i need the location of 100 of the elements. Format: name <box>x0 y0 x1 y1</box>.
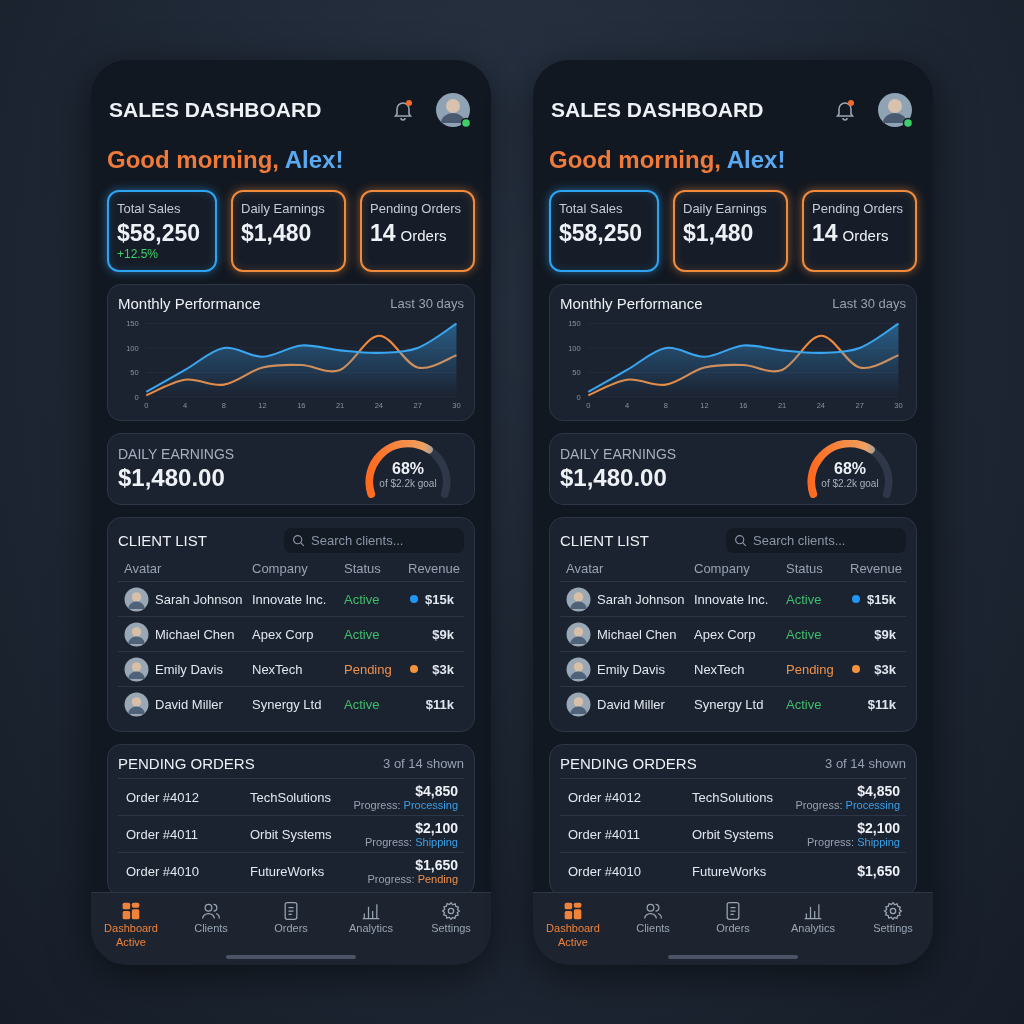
gauge-caption: of $2.2k goal <box>379 478 437 489</box>
status-text: Active <box>786 626 823 642</box>
stat-label: Daily Earnings <box>241 201 326 216</box>
company-cell-text: Synergy Ltd <box>694 696 765 712</box>
y-tick-label: 0 <box>134 392 139 402</box>
order-amount: $1,650 <box>415 857 458 873</box>
order-amount: $4,850 <box>415 783 458 799</box>
gauge-value: 68% <box>834 460 866 478</box>
client-name: Emily Davis <box>597 661 665 677</box>
company-cell-text: Synergy Ltd <box>252 696 323 712</box>
stat-label: Total Sales <box>559 201 624 216</box>
section-title: PENDING ORDERS <box>118 755 255 772</box>
revenue-cell: $11k <box>867 696 896 712</box>
order-number: Order #4012 <box>568 789 642 805</box>
column-header: Status <box>344 560 382 576</box>
x-tick-label: 0 <box>144 401 149 410</box>
company-cell-text: NexTech <box>694 661 746 677</box>
earnings-value: $1,480.00 <box>560 464 668 492</box>
client-name: David Miller <box>155 696 223 712</box>
order-client: TechSolutions <box>692 789 774 805</box>
gauge-value: 68% <box>392 460 424 478</box>
company-cell-text: Apex Corp <box>252 626 315 642</box>
orders-count: 3 of 14 shown <box>383 756 464 771</box>
chart-period: Last 30 days <box>390 296 464 311</box>
order-number: Order #4010 <box>126 863 200 879</box>
order-progress: Progress: Processing <box>795 799 900 811</box>
order-client: TechSolutions <box>250 789 332 805</box>
status-text: Active <box>344 696 381 712</box>
column-header: Revenue <box>408 560 462 576</box>
app-title: SALES DASHBOARD <box>551 98 764 122</box>
stat-label: Pending Orders <box>370 201 463 216</box>
company-cell-text: Innovate Inc. <box>694 591 770 607</box>
order-progress: Progress: Shipping <box>807 836 900 848</box>
status-text: Pending <box>344 661 393 677</box>
status-text: Active <box>344 626 381 642</box>
revenue-cell: $3k <box>432 661 454 677</box>
orders-count: 3 of 14 shown <box>825 756 906 771</box>
section-title: PENDING ORDERS <box>560 755 697 772</box>
client-name: Emily Davis <box>155 661 223 677</box>
stat-label: Total Sales <box>117 201 182 216</box>
gauge-caption: of $2.2k goal <box>821 478 879 489</box>
order-progress: Progress: Shipping <box>365 836 458 848</box>
order-amount: $2,100 <box>857 820 900 836</box>
column-header: Status <box>786 560 824 576</box>
stat-label: Daily Earnings <box>683 201 768 216</box>
stat-value: 14 Orders <box>812 220 890 247</box>
order-number: Order #4011 <box>568 826 642 842</box>
stat-value: 14 Orders <box>370 220 448 247</box>
client-name: Michael Chen <box>597 626 677 642</box>
stat-value: $1,480 <box>241 220 313 247</box>
x-tick-label: 30 <box>894 401 903 410</box>
order-progress: Progress: Pending <box>367 873 458 885</box>
order-amount: $1,650 <box>857 863 900 879</box>
x-tick-label: 0 <box>586 401 591 410</box>
client-name: Sarah Johnson <box>597 591 685 607</box>
revenue-cell: $9k <box>432 626 454 642</box>
revenue-cell: $9k <box>874 626 896 642</box>
order-number: Order #4011 <box>126 826 200 842</box>
stat-change: +12.5% <box>117 247 160 261</box>
client-name: Sarah Johnson <box>155 591 243 607</box>
app-title: SALES DASHBOARD <box>109 98 322 122</box>
status-text: Pending <box>786 661 835 677</box>
stat-value: $58,250 <box>117 220 202 247</box>
x-tick-label: 8 <box>663 401 668 410</box>
x-tick-label: 4 <box>624 401 630 410</box>
order-client: FutureWorks <box>250 863 326 879</box>
x-tick-label: 16 <box>739 401 748 410</box>
x-tick-label: 21 <box>335 401 345 410</box>
section-title: CLIENT LIST <box>118 532 207 549</box>
x-tick-label: 21 <box>777 401 787 410</box>
x-tick-label: 8 <box>221 401 226 410</box>
revenue-cell: $11k <box>425 696 454 712</box>
x-tick-label: 12 <box>258 401 267 410</box>
stat-value: $58,250 <box>559 220 644 247</box>
chart-title: Monthly Performance <box>118 295 261 312</box>
section-title: CLIENT LIST <box>560 532 649 549</box>
y-tick-label: 100 <box>568 343 581 353</box>
revenue-cell: $15k <box>867 591 896 607</box>
company-cell-text: Apex Corp <box>694 626 757 642</box>
y-tick-label: 150 <box>126 319 139 329</box>
status-text: Active <box>786 591 823 607</box>
x-tick-label: 27 <box>413 401 422 410</box>
client-name: Michael Chen <box>155 626 235 642</box>
earnings-label: DAILY EARNINGS <box>560 446 677 462</box>
column-header: Revenue <box>850 560 904 576</box>
stat-label: Pending Orders <box>812 201 905 216</box>
chart-period: Last 30 days <box>832 296 906 311</box>
status-text: Active <box>344 591 381 607</box>
earnings-value: $1,480.00 <box>118 464 226 492</box>
revenue-cell: $3k <box>874 661 896 677</box>
order-progress: Progress: Processing <box>353 799 458 811</box>
column-header: Avatar <box>566 560 605 576</box>
column-header: Company <box>694 560 751 576</box>
earnings-label: DAILY EARNINGS <box>118 446 235 462</box>
status-text: Active <box>786 696 823 712</box>
x-tick-label: 27 <box>855 401 864 410</box>
order-number: Order #4010 <box>568 863 642 879</box>
y-tick-label: 50 <box>130 368 139 378</box>
order-client: Orbit Systems <box>692 826 775 842</box>
client-name: David Miller <box>597 696 665 712</box>
